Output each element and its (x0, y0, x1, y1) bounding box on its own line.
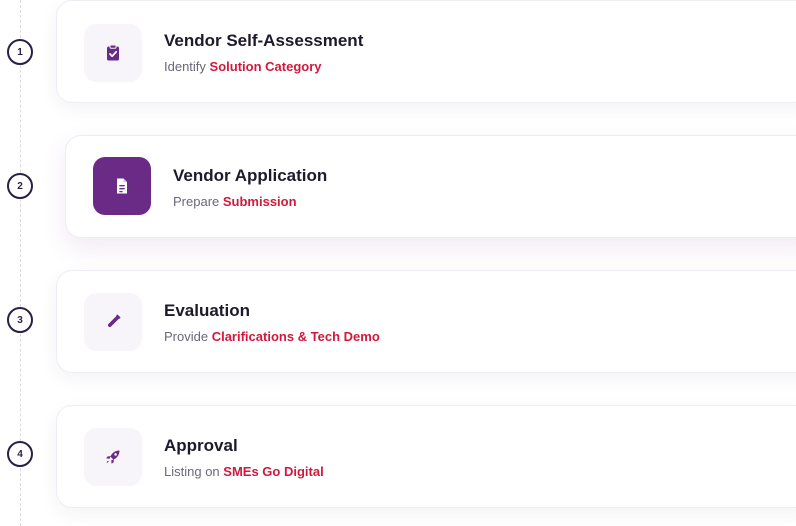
step-title: Vendor Application (173, 166, 328, 185)
step-card-evaluation[interactable]: Evaluation Provide Clarifications & Tech… (56, 270, 796, 373)
step-subtitle-prefix: Prepare (173, 194, 220, 209)
process-timeline: 1 Vendor Self-Assessment Identify Soluti… (0, 0, 796, 526)
step-title: Evaluation (164, 301, 250, 320)
rocket-icon (106, 450, 120, 464)
step-subtitle-highlight: Clarifications & Tech Demo (211, 329, 380, 344)
step-subtitle-highlight: SMEs Go Digital (223, 464, 324, 479)
step-subtitle-highlight: Solution Category (209, 59, 322, 74)
step-subtitle-highlight: Submission (222, 194, 297, 209)
step-subtitle: Provide Clarifications & Tech Demo (164, 329, 380, 344)
step-card-approval[interactable]: Approval Listing on SMEs Go Digital (56, 405, 796, 508)
step-number-2: 2 (7, 173, 33, 199)
document-icon (117, 178, 127, 194)
step-title: Vendor Self-Assessment (164, 31, 364, 50)
step-title: Approval (164, 436, 238, 455)
step-subtitle-prefix: Provide (164, 329, 209, 344)
clipboard-check-icon (107, 44, 119, 61)
step-icon-box-active (93, 157, 151, 215)
step-subtitle: Identify Solution Category (164, 59, 322, 74)
step-number-3: 3 (7, 307, 33, 333)
step-icon-box (84, 293, 142, 351)
step-number-4: 4 (7, 441, 33, 467)
step-card-vendor-application[interactable]: Vendor Application Prepare Submission (65, 135, 796, 238)
step-subtitle-prefix: Listing on (164, 464, 220, 479)
test-tube-icon (108, 314, 121, 327)
step-icon-box (84, 24, 142, 82)
step-number-1: 1 (7, 39, 33, 65)
step-subtitle-prefix: Identify (164, 59, 206, 74)
step-subtitle: Prepare Submission (173, 194, 297, 209)
step-card-vendor-self-assessment[interactable]: Vendor Self-Assessment Identify Solution… (56, 0, 796, 103)
step-subtitle: Listing on SMEs Go Digital (164, 464, 324, 479)
step-icon-box (84, 428, 142, 486)
